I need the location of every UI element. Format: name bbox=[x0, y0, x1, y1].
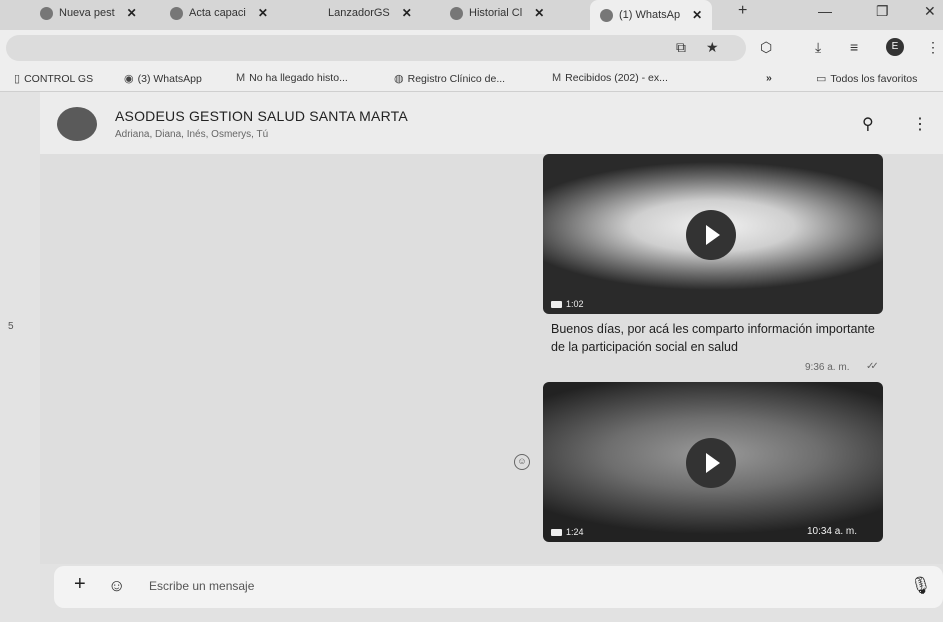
message-timestamp: 10:34 a. m. bbox=[806, 526, 857, 537]
left-panel-edge: 5 bbox=[0, 92, 40, 622]
tab-label: Acta capaci bbox=[189, 7, 246, 19]
page-icon: ▯ bbox=[14, 73, 21, 85]
video-duration: 1:02 bbox=[551, 299, 584, 309]
bookmark-label: Todos los favoritos bbox=[830, 72, 918, 85]
browser-toolbar: ⧉ ★ ⬡ ⤓ ≡ E ⋮ bbox=[0, 30, 943, 66]
search-icon[interactable]: ⚲ bbox=[862, 114, 874, 134]
bookmark-control-gs[interactable]: ▯ CONTROL GS bbox=[14, 72, 94, 86]
all-favorites-folder[interactable]: ▭ Todos los favoritos bbox=[816, 72, 918, 86]
profile-avatar[interactable]: E bbox=[886, 38, 904, 56]
tab-nueva-pestana[interactable]: Nueva pest ✕ bbox=[30, 0, 147, 26]
duration-label: 1:02 bbox=[566, 299, 584, 309]
video-message[interactable]: 1:24 10:34 a. m. bbox=[543, 382, 883, 542]
message-list[interactable]: 1:02 Buenos días, por acá les comparto i… bbox=[40, 154, 943, 564]
message-caption: Buenos días, por acá les comparto inform… bbox=[551, 322, 875, 354]
bookmark-label: (3) WhatsApp bbox=[137, 72, 202, 85]
folder-icon: ▭ bbox=[816, 73, 827, 85]
restore-icon[interactable]: ❐ bbox=[876, 3, 889, 20]
bookmark-star-icon[interactable]: ★ bbox=[706, 39, 719, 56]
reading-list-icon[interactable]: ≡ bbox=[850, 39, 858, 55]
tab-label: Historial Cl bbox=[469, 7, 523, 19]
double-check-icon: ✓✓ bbox=[866, 361, 879, 372]
bookmark-label: No ha llegado histo... bbox=[249, 72, 348, 84]
sticker-icon[interactable]: ☺ bbox=[108, 576, 125, 596]
tab-label: Nueva pest bbox=[59, 7, 115, 19]
drive-icon bbox=[170, 6, 183, 20]
message-timestamp: 9:36 a. m. bbox=[805, 362, 850, 373]
new-tab-button[interactable]: + bbox=[738, 2, 747, 20]
download-icon[interactable]: ⤓ bbox=[815, 39, 821, 56]
close-icon[interactable]: ✕ bbox=[402, 6, 412, 20]
tab-strip: Nueva pest ✕ Acta capaci ✕ LanzadorGS ✕ … bbox=[0, 0, 943, 30]
extensions-icon[interactable]: ⬡ bbox=[760, 39, 772, 56]
play-icon[interactable] bbox=[686, 210, 736, 260]
close-icon[interactable]: ✕ bbox=[692, 8, 702, 22]
close-icon[interactable]: ✕ bbox=[127, 6, 137, 20]
whatsapp-icon: ◉ bbox=[124, 73, 134, 85]
group-name[interactable]: ASODEUS GESTION SALUD SANTA MARTA bbox=[115, 108, 408, 124]
side-number: 5 bbox=[8, 321, 14, 332]
composer: + ☺ 🎙 bbox=[54, 566, 943, 608]
more-bookmarks-button[interactable]: » bbox=[766, 72, 772, 84]
bookmark-label: Registro Clínico de... bbox=[407, 72, 506, 85]
tab-lanzador[interactable]: LanzadorGS ✕ bbox=[318, 0, 422, 26]
message-input[interactable] bbox=[149, 579, 849, 593]
bookmarks-bar: ▯ CONTROL GS ◉ (3) WhatsApp M No ha lleg… bbox=[0, 66, 943, 92]
video-message[interactable]: 1:02 bbox=[543, 154, 883, 314]
video-camera-icon bbox=[551, 300, 562, 308]
gmail-icon: M bbox=[552, 72, 562, 84]
bookmark-gmail-historial[interactable]: M No ha llegado histo... bbox=[236, 72, 348, 84]
attach-plus-icon[interactable]: + bbox=[74, 573, 86, 596]
video-camera-icon bbox=[551, 528, 562, 536]
close-icon[interactable]: ✕ bbox=[258, 6, 268, 20]
react-emoji-icon[interactable]: ☺ bbox=[514, 454, 530, 470]
microphone-icon[interactable]: 🎙 bbox=[910, 576, 932, 596]
tab-label: LanzadorGS bbox=[328, 7, 390, 19]
tab-label: (1) WhatsAp bbox=[619, 9, 681, 21]
video-duration: 1:24 bbox=[551, 527, 584, 537]
gmail-icon: M bbox=[236, 72, 246, 84]
globe-icon: ◍ bbox=[394, 73, 404, 85]
whatsapp-icon bbox=[600, 8, 613, 22]
bookmark-label: Recibidos (202) - ex... bbox=[565, 72, 668, 84]
browser-menu-icon[interactable]: ⋮ bbox=[926, 39, 940, 56]
tab-historial[interactable]: Historial Cl ✕ bbox=[440, 0, 554, 26]
menu-icon[interactable]: ⋮ bbox=[912, 114, 928, 134]
address-bar[interactable] bbox=[6, 35, 746, 61]
tab-acta-capacitacion[interactable]: Acta capaci ✕ bbox=[160, 0, 278, 26]
install-app-icon[interactable]: ⧉ bbox=[676, 39, 686, 56]
browser-window: Nueva pest ✕ Acta capaci ✕ LanzadorGS ✕ … bbox=[0, 0, 943, 622]
bookmark-registro-clinico[interactable]: ◍ Registro Clínico de... bbox=[394, 72, 506, 86]
group-avatar[interactable] bbox=[57, 107, 97, 141]
composer-bar: + ☺ 🎙 bbox=[40, 564, 943, 622]
window-close-icon[interactable]: ✕ bbox=[924, 3, 936, 20]
bookmark-whatsapp[interactable]: ◉ (3) WhatsApp bbox=[124, 72, 202, 86]
duration-label: 1:24 bbox=[566, 527, 584, 537]
bookmark-label: CONTROL GS bbox=[24, 72, 94, 85]
chat-header[interactable]: ASODEUS GESTION SALUD SANTA MARTA Adrian… bbox=[40, 92, 943, 154]
group-members: Adriana, Diana, Inés, Osmerys, Tú bbox=[115, 129, 269, 140]
tab-whatsapp[interactable]: (1) WhatsAp ✕ bbox=[590, 0, 713, 30]
play-icon[interactable] bbox=[686, 438, 736, 488]
minimize-icon[interactable]: — bbox=[818, 3, 832, 19]
page-icon bbox=[450, 6, 463, 20]
chrome-icon bbox=[40, 6, 53, 20]
close-icon[interactable]: ✕ bbox=[534, 6, 544, 20]
bookmark-recibidos[interactable]: M Recibidos (202) - ex... bbox=[552, 72, 668, 84]
